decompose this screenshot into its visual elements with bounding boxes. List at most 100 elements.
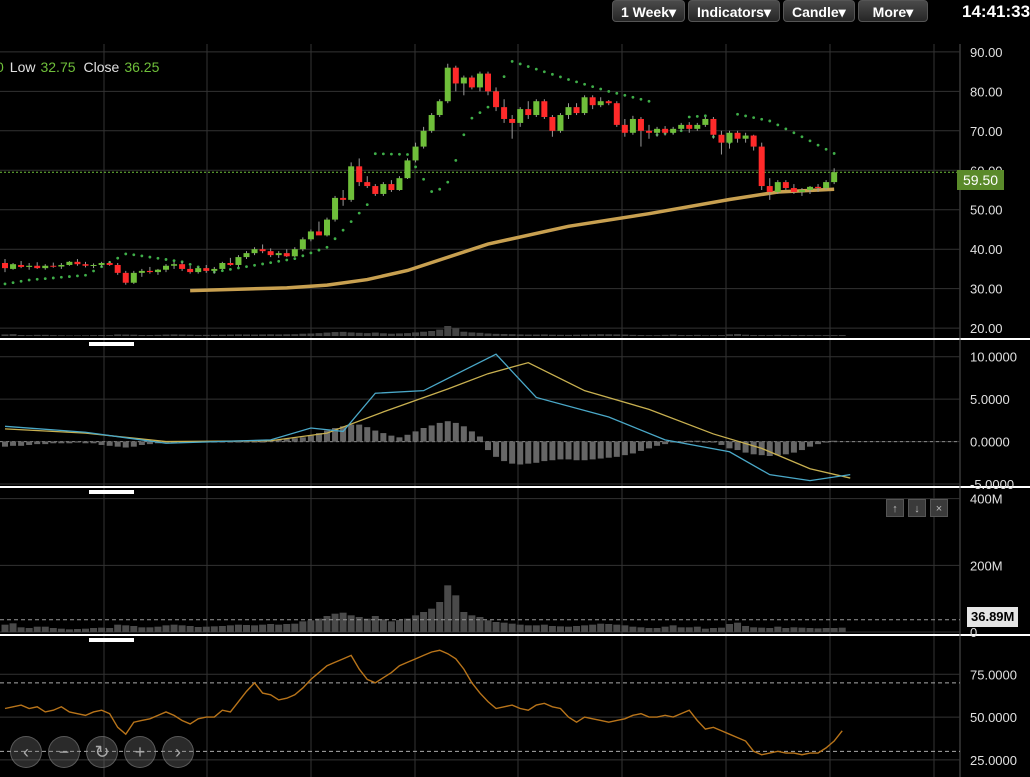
sar-dot <box>390 152 393 156</box>
candle-body <box>98 263 105 265</box>
macd-histogram-bar <box>412 431 419 442</box>
price-volume-bar <box>484 333 492 336</box>
candle-body <box>90 264 97 266</box>
volume-bar <box>259 624 267 632</box>
candle-body <box>340 197 347 200</box>
chevron-left-icon[interactable]: ‹ <box>10 736 42 768</box>
chart-area[interactable]: 90.0080.0070.0060.0050.0040.0030.0020.00… <box>0 0 1030 777</box>
y-tick-label: 75.0000 <box>970 667 1017 682</box>
candle <box>573 103 580 116</box>
volume-bar <box>653 628 661 632</box>
candle <box>195 266 202 274</box>
more-button[interactable]: More▾ <box>857 0 929 22</box>
candle <box>10 263 17 270</box>
y-tick-label: 30.00 <box>970 282 1003 297</box>
volume-bar <box>701 628 709 632</box>
sar-dot <box>776 123 780 127</box>
candle <box>509 115 516 139</box>
chevron-right-icon[interactable]: › <box>162 736 194 768</box>
candle-body <box>428 115 435 131</box>
sar-dot <box>599 87 603 91</box>
macd-histogram-bar <box>597 441 604 459</box>
volume-bar <box>726 624 733 632</box>
price-volume-bar <box>774 334 782 336</box>
volume-bar <box>758 627 766 632</box>
sar-dot <box>639 97 643 101</box>
volume-bar <box>669 625 677 632</box>
plus-icon[interactable]: + <box>124 736 156 768</box>
candle <box>589 95 596 110</box>
macd-histogram-bar <box>501 441 508 462</box>
candle-body <box>26 265 33 267</box>
macd-signal-line <box>4 361 851 479</box>
volume-bar <box>428 608 436 632</box>
candle <box>219 261 226 270</box>
price-volume-bar <box>709 335 717 336</box>
macd-histogram-bar <box>444 421 451 442</box>
candle-type-button[interactable]: Candle▾ <box>782 0 855 22</box>
macd-histogram-bar <box>525 441 532 464</box>
price-volume-bar <box>726 334 733 336</box>
indicators-button[interactable]: Indicators▾ <box>688 0 780 22</box>
price-volume-bar <box>25 335 33 336</box>
volume-bar <box>73 629 81 632</box>
sar-dot <box>559 75 562 79</box>
legend-low-label: Low <box>9 59 36 75</box>
candle <box>275 251 282 258</box>
minus-icon[interactable]: − <box>48 736 80 768</box>
candle-body <box>742 135 749 139</box>
macd-histogram-bar <box>823 441 830 443</box>
candle-body <box>404 160 411 179</box>
price-volume-bar <box>766 335 774 336</box>
macd-histogram-bar <box>122 441 129 448</box>
volume-panel <box>0 585 960 632</box>
candle <box>243 251 250 260</box>
price-volume-bar <box>420 331 428 336</box>
price-volume-bar <box>283 334 291 336</box>
volume-bar <box>798 627 806 632</box>
price-volume-bar <box>73 335 81 336</box>
reset-icon[interactable]: ↻ <box>86 736 118 768</box>
candle <box>501 99 508 123</box>
macd-histogram-bar <box>90 441 97 444</box>
volume-bar <box>565 626 572 632</box>
sar-dot <box>220 269 224 273</box>
volume-bar <box>186 626 194 632</box>
macd-histogram-bar <box>798 441 805 451</box>
price-volume-bar <box>677 335 685 336</box>
sar-dot <box>269 261 273 265</box>
sar-dot <box>792 131 796 135</box>
price-volume-bar <box>371 332 379 336</box>
volume-bar <box>468 615 476 632</box>
sar-dot <box>35 277 39 281</box>
candle-body <box>637 118 644 131</box>
volume-bar <box>395 620 403 632</box>
candle-body <box>18 264 25 267</box>
candle <box>235 255 242 267</box>
period-button[interactable]: 1 Week▾ <box>612 0 686 22</box>
close-icon[interactable]: × <box>930 499 948 517</box>
price-volume-bar <box>114 334 122 336</box>
candle <box>340 190 347 206</box>
candle <box>58 263 65 269</box>
candle <box>130 270 137 284</box>
candle <box>428 113 435 133</box>
sar-dot <box>736 112 739 116</box>
candle <box>315 221 322 236</box>
legend-close-value: 36.25 <box>124 59 160 75</box>
price-volume-bar <box>565 334 572 336</box>
sar-dot <box>446 180 450 184</box>
price-volume-bar <box>315 333 323 336</box>
candle <box>171 261 178 269</box>
price-volume-bar <box>661 334 669 336</box>
price-volume-bar <box>597 334 605 336</box>
candle <box>436 99 443 117</box>
candle <box>597 97 604 108</box>
volume-bar <box>830 628 838 632</box>
arrow-up-icon[interactable]: ↑ <box>886 499 904 517</box>
arrow-down-icon[interactable]: ↓ <box>908 499 926 517</box>
candle-body <box>58 264 65 267</box>
sar-dot <box>27 278 31 282</box>
volume-bar <box>130 626 138 632</box>
volume-bar <box>122 625 130 632</box>
